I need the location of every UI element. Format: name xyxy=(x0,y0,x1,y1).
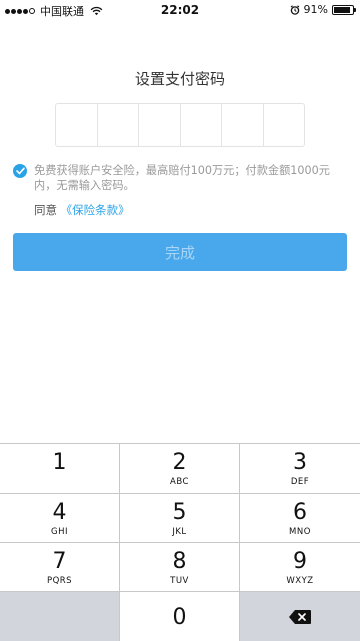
key-number: 0 xyxy=(172,605,187,630)
pin-digit-box[interactable] xyxy=(222,104,264,146)
agree-checkbox[interactable] xyxy=(13,164,27,178)
key-letters: ABC xyxy=(170,477,189,487)
key-letters: JKL xyxy=(172,527,187,537)
done-button[interactable]: 完成 xyxy=(13,233,347,271)
status-right: 91% xyxy=(290,3,356,16)
pin-input[interactable] xyxy=(55,103,305,147)
key-2[interactable]: 2 ABC xyxy=(120,444,239,493)
key-number: 5 xyxy=(172,500,187,525)
insurance-terms-link[interactable]: 《保险条款》 xyxy=(61,203,130,217)
check-icon xyxy=(15,167,25,175)
key-9[interactable]: 9 WXYZ xyxy=(240,543,360,591)
status-bar: 中国联通 22:02 91% xyxy=(0,0,360,20)
key-8[interactable]: 8 TUV xyxy=(120,543,239,591)
key-number: 6 xyxy=(293,500,307,525)
pin-digit-box[interactable] xyxy=(181,104,222,146)
backspace-icon xyxy=(289,610,311,624)
key-letters: WXYZ xyxy=(286,576,314,586)
key-number: 7 xyxy=(52,549,67,574)
pin-digit-box[interactable] xyxy=(56,104,98,146)
key-5[interactable]: 5 JKL xyxy=(120,494,239,542)
key-number: 9 xyxy=(293,549,307,574)
key-number: 1 xyxy=(52,450,67,475)
pin-digit-box[interactable] xyxy=(264,104,305,146)
key-number: 2 xyxy=(172,450,187,475)
key-1[interactable]: 1 xyxy=(0,444,119,493)
key-letters: MNO xyxy=(289,527,311,537)
delete-key[interactable] xyxy=(240,592,360,641)
key-letters: TUV xyxy=(170,576,189,586)
key-3[interactable]: 3 DEF xyxy=(240,444,360,493)
key-letters: GHI xyxy=(51,527,68,537)
insurance-note: 免费获得账户安全险，最高赔付100万元；付款金额1000元内，无需输入密码。 xyxy=(34,164,330,192)
keypad-divider xyxy=(0,542,360,543)
key-6[interactable]: 6 MNO xyxy=(240,494,360,542)
key-number: 4 xyxy=(52,500,67,525)
key-4[interactable]: 4 GHI xyxy=(0,494,119,542)
keypad-divider xyxy=(0,591,360,592)
key-blank xyxy=(0,592,119,641)
pin-digit-box[interactable] xyxy=(139,104,181,146)
numeric-keypad: 1 2 ABC 3 DEF 4 GHI 5 JKL 6 MNO 7 PQRS 8… xyxy=(0,443,360,641)
key-7[interactable]: 7 PQRS xyxy=(0,543,119,591)
agree-text: 同意 xyxy=(34,203,57,217)
key-letters: PQRS xyxy=(46,576,73,586)
alarm-icon xyxy=(290,4,299,15)
pin-digit-box[interactable] xyxy=(98,104,139,146)
battery-icon xyxy=(332,4,356,15)
agree-line: 同意 《保险条款》 xyxy=(34,202,130,218)
key-number: 8 xyxy=(172,549,187,574)
battery-percent: 91% xyxy=(303,3,328,16)
page-title: 设置支付密码 xyxy=(134,70,225,88)
key-number: 3 xyxy=(293,450,307,475)
battery-level xyxy=(334,6,351,13)
keypad-divider xyxy=(0,493,360,494)
key-letters: DEF xyxy=(290,477,310,487)
key-0[interactable]: 0 xyxy=(120,592,239,641)
